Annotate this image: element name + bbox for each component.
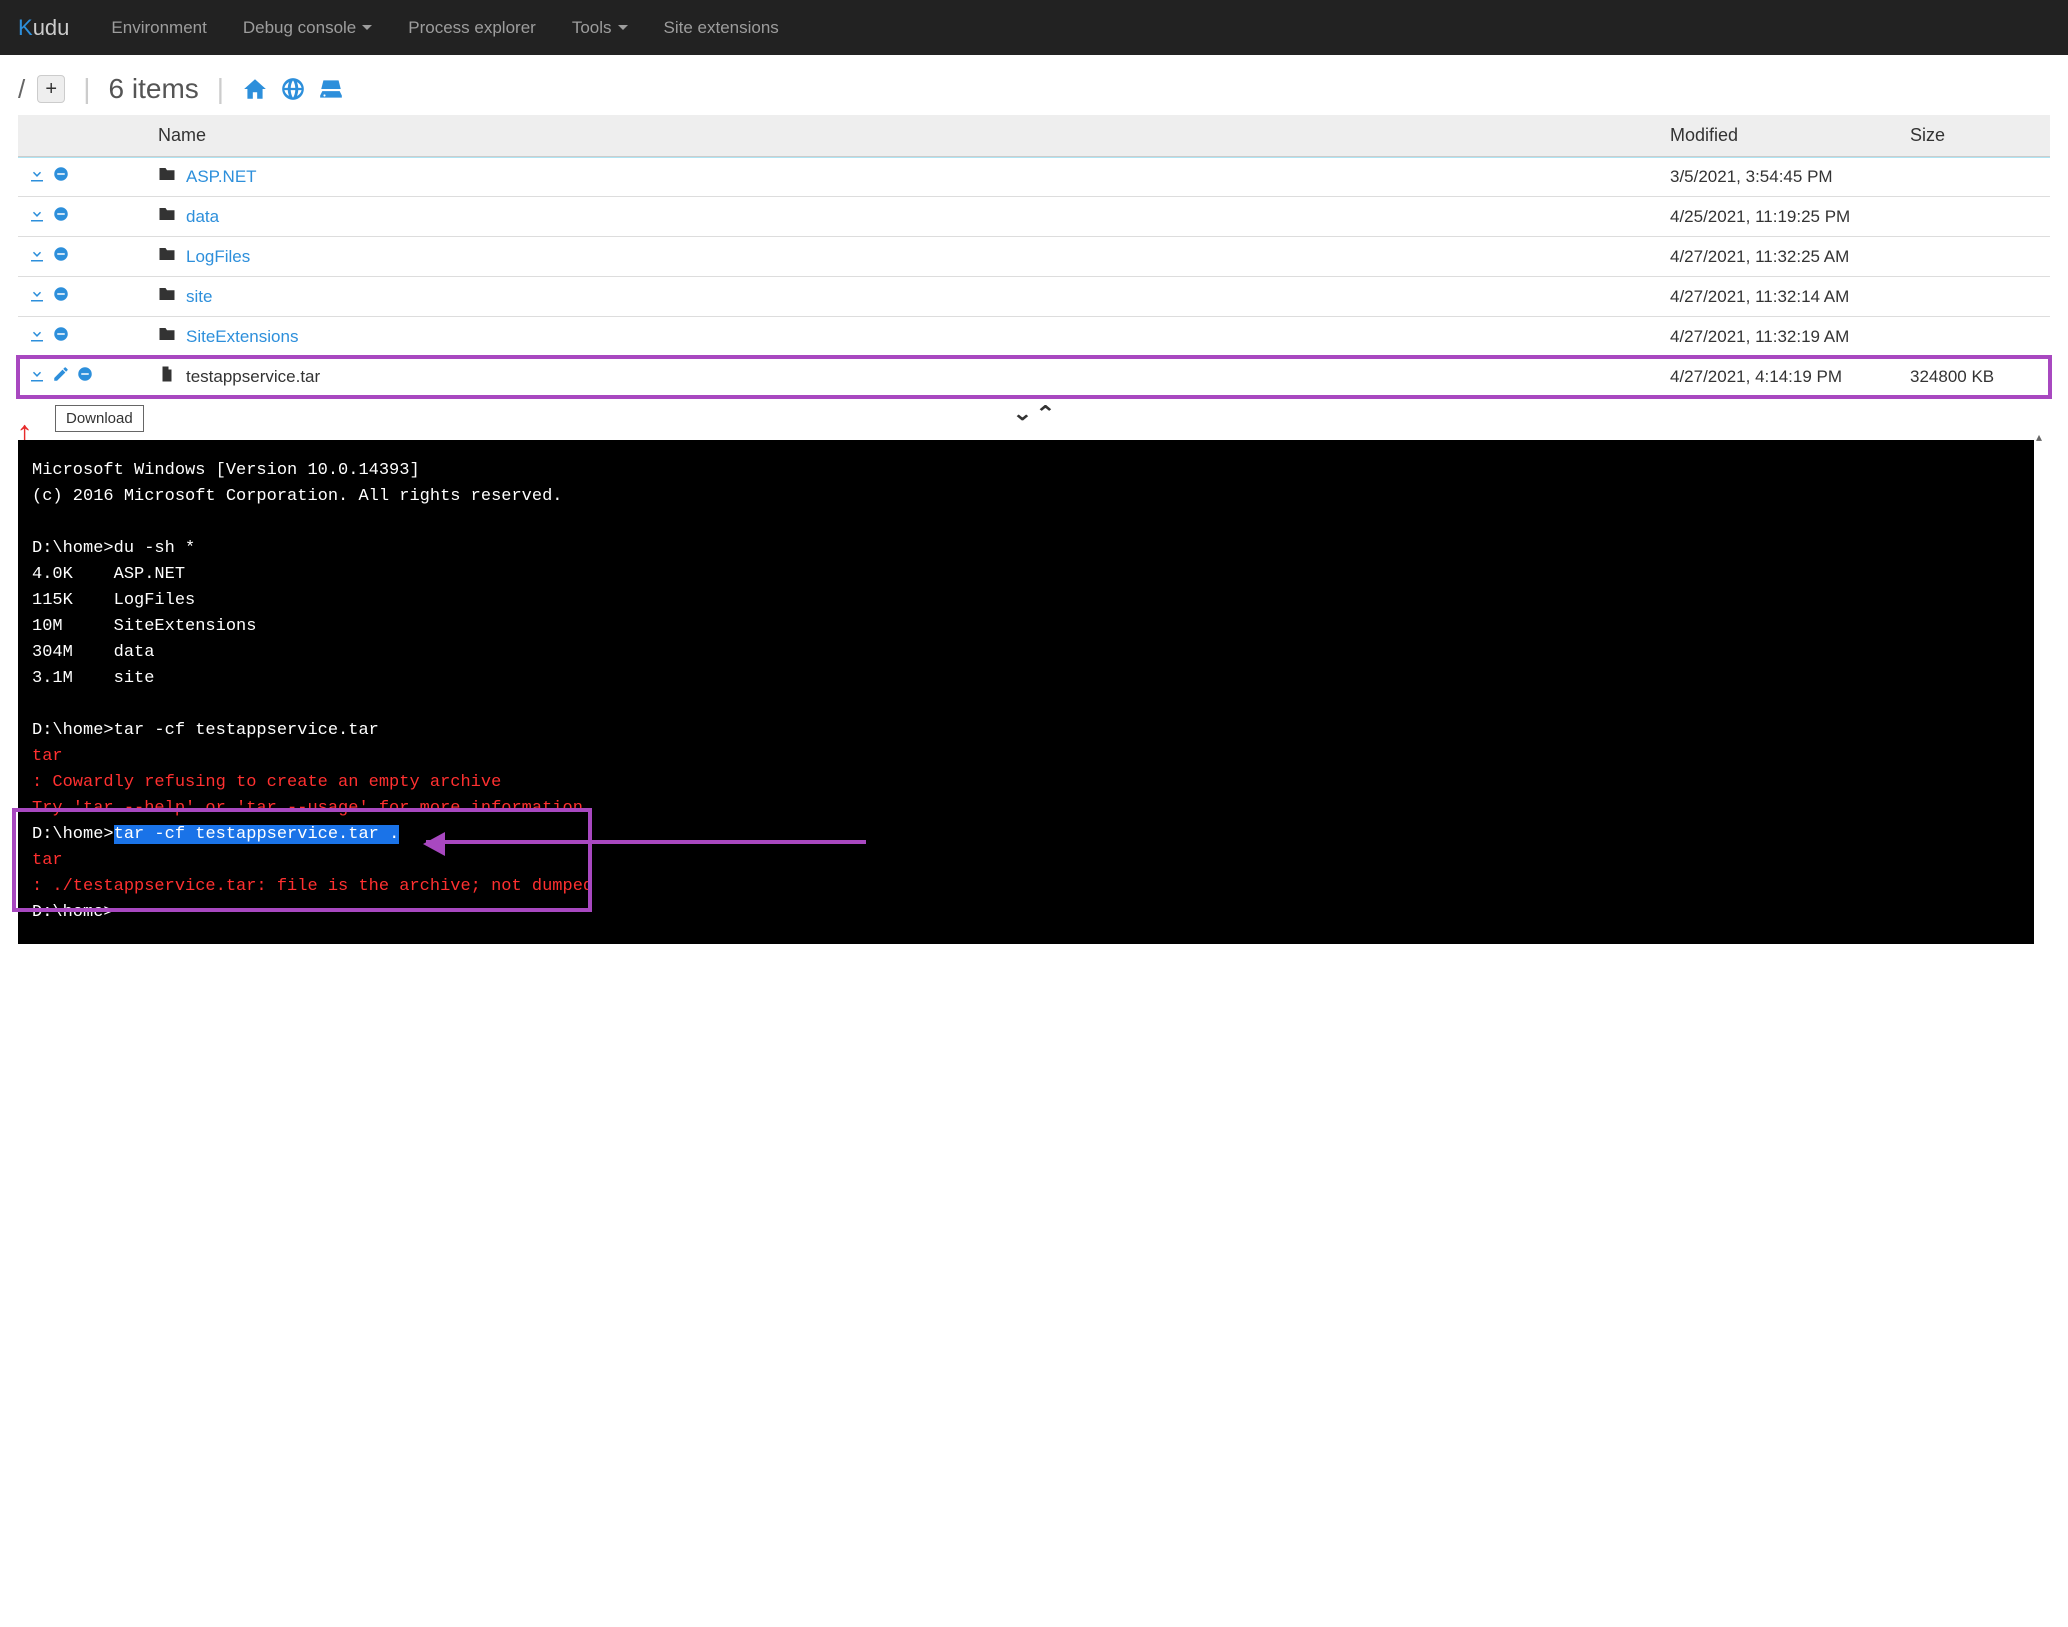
- brand-text: udu: [33, 15, 70, 41]
- delete-icon[interactable]: [52, 285, 70, 308]
- table-row: ASP.NET 3/5/2021, 3:54:45 PM: [18, 157, 2050, 197]
- chevron-up-icon: ⌃: [1035, 401, 1055, 426]
- item-count: 6 items: [109, 73, 199, 105]
- modified-cell: 4/25/2021, 11:19:25 PM: [1660, 197, 1900, 237]
- separator: |: [211, 73, 230, 105]
- delete-icon[interactable]: [52, 325, 70, 348]
- col-actions: [18, 115, 148, 157]
- nav-site-extensions[interactable]: Site extensions: [646, 0, 797, 55]
- scrollbar[interactable]: [2034, 430, 2050, 944]
- folder-icon: [158, 165, 176, 188]
- download-icon[interactable]: [28, 245, 46, 268]
- folder-icon: [158, 325, 176, 348]
- nav-environment[interactable]: Environment: [93, 0, 224, 55]
- navbar: Kudu Environment Debug console Process e…: [0, 0, 2068, 55]
- download-tooltip: Download: [55, 405, 144, 432]
- edit-icon[interactable]: [52, 365, 70, 388]
- chevron-down-icon: [618, 25, 628, 30]
- modified-cell: 4/27/2021, 11:32:14 AM: [1660, 277, 1900, 317]
- delete-icon[interactable]: [52, 245, 70, 268]
- file-name[interactable]: site: [186, 287, 212, 307]
- size-cell: [1900, 277, 2050, 317]
- folder-icon: [158, 205, 176, 228]
- modified-cell: 4/27/2021, 11:32:25 AM: [1660, 237, 1900, 277]
- separator: |: [77, 73, 96, 105]
- nav-debug-console-label: Debug console: [243, 18, 356, 38]
- table-row: SiteExtensions 4/27/2021, 11:32:19 AM: [18, 317, 2050, 357]
- nav-tools-label: Tools: [572, 18, 612, 38]
- globe-icon[interactable]: [280, 76, 306, 102]
- delete-icon[interactable]: [52, 165, 70, 188]
- nav-tools[interactable]: Tools: [554, 0, 646, 55]
- debug-console[interactable]: Microsoft Windows [Version 10.0.14393] (…: [18, 440, 2050, 944]
- download-icon[interactable]: [28, 365, 46, 388]
- chevron-down-icon: [362, 25, 372, 30]
- collapse-toggle[interactable]: ⌄ ⌃: [0, 397, 2068, 430]
- col-name[interactable]: Name: [148, 115, 1660, 157]
- home-icon[interactable]: [242, 76, 268, 102]
- table-row: site 4/27/2021, 11:32:14 AM: [18, 277, 2050, 317]
- file-name[interactable]: ASP.NET: [186, 167, 257, 187]
- brand-logo[interactable]: Kudu: [18, 15, 69, 41]
- col-size[interactable]: Size: [1900, 115, 2050, 157]
- file-table: Name Modified Size ASP.NET 3/5/2021, 3:54…: [18, 115, 2050, 397]
- size-cell: 324800 KB: [1900, 357, 2050, 397]
- download-icon[interactable]: [28, 205, 46, 228]
- file-name: testappservice.tar: [186, 367, 320, 387]
- table-row: LogFiles 4/27/2021, 11:32:25 AM: [18, 237, 2050, 277]
- download-icon[interactable]: [28, 165, 46, 188]
- breadcrumb-root[interactable]: /: [18, 74, 25, 105]
- disk-icon[interactable]: [318, 76, 344, 102]
- add-button[interactable]: +: [37, 75, 65, 103]
- nav-debug-console[interactable]: Debug console: [225, 0, 390, 55]
- size-cell: [1900, 237, 2050, 277]
- table-row: data 4/25/2021, 11:19:25 PM: [18, 197, 2050, 237]
- table-row: testappservice.tar 4/27/2021, 4:14:19 PM3…: [18, 357, 2050, 397]
- toolbar: / + | 6 items |: [0, 55, 2068, 115]
- file-table-wrap: Name Modified Size ASP.NET 3/5/2021, 3:54…: [0, 115, 2068, 397]
- size-cell: [1900, 197, 2050, 237]
- folder-icon: [158, 245, 176, 268]
- chevron-down-icon: ⌄: [1013, 401, 1033, 426]
- delete-icon[interactable]: [76, 365, 94, 388]
- size-cell: [1900, 317, 2050, 357]
- delete-icon[interactable]: [52, 205, 70, 228]
- file-icon: [158, 365, 176, 388]
- size-cell: [1900, 157, 2050, 197]
- file-name[interactable]: data: [186, 207, 219, 227]
- file-name[interactable]: LogFiles: [186, 247, 250, 267]
- modified-cell: 4/27/2021, 11:32:19 AM: [1660, 317, 1900, 357]
- nav-process-explorer[interactable]: Process explorer: [390, 0, 554, 55]
- modified-cell: 4/27/2021, 4:14:19 PM: [1660, 357, 1900, 397]
- modified-cell: 3/5/2021, 3:54:45 PM: [1660, 157, 1900, 197]
- download-icon[interactable]: [28, 285, 46, 308]
- download-icon[interactable]: [28, 325, 46, 348]
- console-wrap: Microsoft Windows [Version 10.0.14393] (…: [18, 430, 2050, 944]
- col-modified[interactable]: Modified: [1660, 115, 1900, 157]
- file-name[interactable]: SiteExtensions: [186, 327, 298, 347]
- folder-icon: [158, 285, 176, 308]
